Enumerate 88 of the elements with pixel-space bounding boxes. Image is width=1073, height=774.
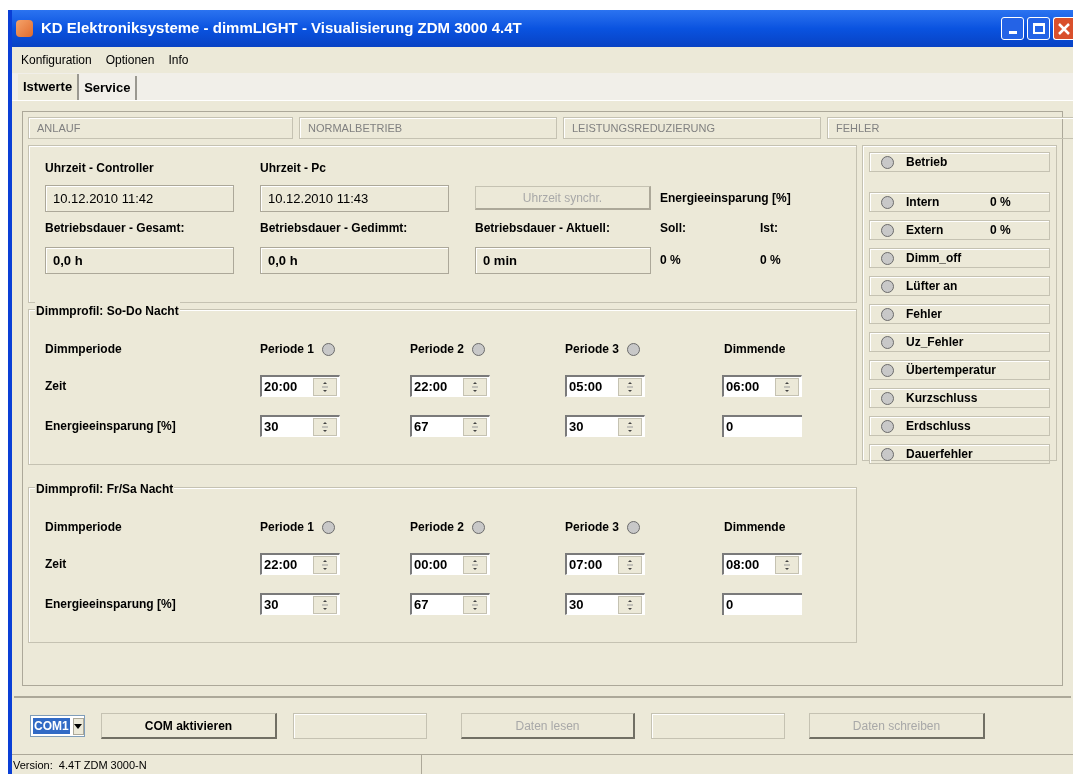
percent-spinner[interactable]: 30 (565, 593, 645, 615)
time-spinner[interactable]: 20:00 (260, 375, 340, 397)
value-display: 10.12.2010 11:42 (45, 184, 234, 212)
time-spinner[interactable]: 07:00 (565, 553, 645, 575)
period-label: Dimmende (723, 341, 787, 358)
menu-item[interactable]: Optionen (104, 51, 156, 69)
field-label: Ist: (760, 220, 779, 237)
value-display: 10.12.2010 11:43 (260, 184, 449, 212)
percent-spinner[interactable]: 30 (260, 593, 340, 615)
phase-indicator: FEHLER (827, 117, 1073, 139)
percent-field[interactable]: 0 (722, 415, 802, 437)
period-label: Periode 2 (410, 519, 465, 536)
indicator-label: Betrieb (906, 154, 949, 171)
period-label: Periode 1 (260, 519, 315, 536)
period-label: Periode 3 (565, 519, 620, 536)
period-label: Periode 3 (565, 341, 620, 358)
field-label: Soll: (660, 220, 687, 237)
indicator-label: Uz_Fehler (906, 334, 965, 351)
phase-indicator: LEISTUNGSREDUZIERUNG (563, 117, 821, 139)
app-icon (16, 20, 33, 37)
field-label: Energieeinsparung [%] (660, 190, 792, 207)
field-label: Dimmperiode (45, 341, 123, 358)
port-dropdown[interactable]: COM1 (30, 715, 85, 737)
percent-spinner[interactable]: 30 (565, 415, 645, 437)
spin-arrows-icon[interactable] (618, 555, 642, 574)
percent-spinner[interactable]: 30 (260, 415, 340, 437)
spin-arrows-icon[interactable] (463, 417, 487, 436)
spin-arrows-icon[interactable] (463, 377, 487, 396)
indicator-label: Dimm_off (906, 250, 963, 267)
menu-item[interactable]: Info (167, 51, 190, 69)
field-label: Energieeinsparung [%] (45, 596, 177, 613)
percent-spinner[interactable]: 67 (410, 415, 490, 437)
value-display: 0 min (475, 246, 651, 274)
indicator-label: Übertemperatur (906, 362, 997, 379)
field-label: Betriebsdauer - Gesamt: (45, 220, 186, 237)
time-spinner[interactable]: 08:00 (722, 553, 802, 575)
indicator-label: Dauerfehler (906, 446, 973, 463)
indicator-label: Kurzschluss (906, 390, 978, 407)
spin-arrows-icon[interactable] (618, 417, 642, 436)
field-label: Energieeinsparung [%] (45, 418, 177, 435)
spin-arrows-icon[interactable] (618, 377, 642, 396)
savings-value: 0 % (760, 252, 782, 269)
time-spinner[interactable]: 06:00 (722, 375, 802, 397)
field-label: Uhrzeit - Controller (45, 160, 155, 177)
time-spinner[interactable]: 05:00 (565, 375, 645, 397)
savings-value: 0 % (660, 252, 682, 269)
indicator-value: 0 % (990, 222, 1011, 239)
field-label: Uhrzeit - Pc (260, 160, 327, 177)
phase-indicator: ANLAUF (28, 117, 293, 139)
percent-spinner[interactable]: 67 (410, 593, 490, 615)
indicator-label: Erdschluss (906, 418, 971, 435)
field-label: Betriebsdauer - Aktuell: (475, 220, 611, 237)
minimize-button[interactable] (1001, 17, 1024, 40)
indicator-label: Lüfter an (906, 278, 959, 295)
spin-arrows-icon[interactable] (775, 377, 799, 396)
period-label: Periode 1 (260, 341, 315, 358)
spin-arrows-icon[interactable] (618, 595, 642, 614)
action-button[interactable]: COM aktivieren (101, 713, 277, 739)
percent-field[interactable]: 0 (722, 593, 802, 615)
status-bar-text: Version: 4.4T ZDM 3000-N (12, 755, 422, 774)
value-display: 0,0 h (260, 246, 449, 274)
value-display: 0,0 h (45, 246, 234, 274)
spin-arrows-icon[interactable] (463, 595, 487, 614)
period-label: Periode 2 (410, 341, 465, 358)
tab[interactable]: Istwerte (18, 74, 80, 100)
spin-arrows-icon[interactable] (313, 595, 337, 614)
period-label: Dimmende (723, 519, 787, 536)
spin-arrows-icon[interactable] (313, 377, 337, 396)
field-label: Dimmperiode (45, 519, 123, 536)
time-spinner[interactable]: 22:00 (410, 375, 490, 397)
time-spinner[interactable]: 22:00 (260, 553, 340, 575)
window-title: KD Elektroniksysteme - dimmLIGHT - Visualisierung ZDM 3000 4.4T (41, 18, 522, 39)
indicator-label: Intern (906, 194, 941, 211)
row-label: Zeit (45, 378, 68, 395)
menu-item[interactable]: Konfiguration (20, 51, 93, 69)
indicator-value: 0 % (990, 194, 1011, 211)
group-title: Dimmprofil: So-Do Nacht (35, 302, 180, 320)
maximize-button[interactable] (1027, 17, 1050, 40)
spin-arrows-icon[interactable] (463, 555, 487, 574)
field-label: Betriebsdauer - Gedimmt: (260, 220, 409, 237)
phase-indicator: NORMALBETRIEB (299, 117, 557, 139)
spin-arrows-icon[interactable] (313, 417, 337, 436)
indicator-label: Extern (906, 222, 945, 239)
spin-arrows-icon[interactable] (313, 555, 337, 574)
time-spinner[interactable]: 00:00 (410, 553, 490, 575)
row-label: Zeit (45, 556, 68, 573)
spin-arrows-icon[interactable] (775, 555, 799, 574)
indicator-label: Fehler (906, 306, 943, 323)
